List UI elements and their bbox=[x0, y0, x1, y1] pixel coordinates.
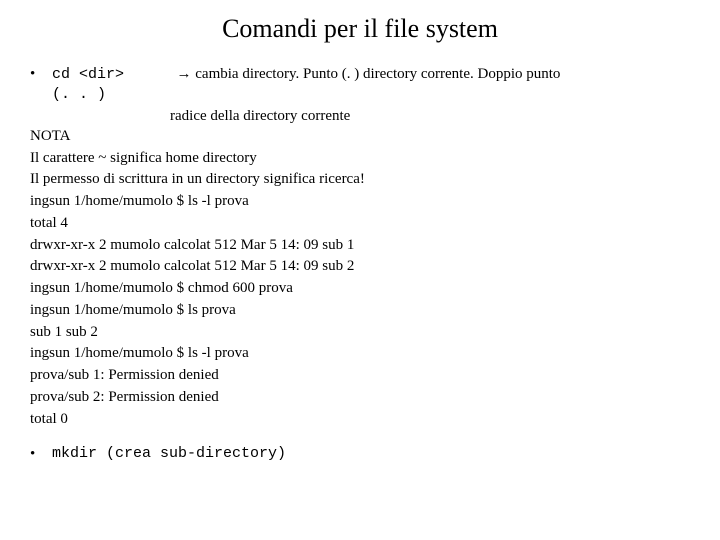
term-line: prova/sub 2: Permission denied bbox=[30, 387, 690, 409]
cmd-mkdir: mkdir (crea sub-directory) bbox=[52, 444, 286, 464]
term-line: sub 1 sub 2 bbox=[30, 322, 690, 344]
arrow-icon: → bbox=[177, 66, 192, 82]
bullet-item-cd: • cd <dir> → cambia directory. Punto (. … bbox=[30, 64, 690, 85]
bullet-marker: • bbox=[30, 64, 52, 84]
term-line: prova/sub 1: Permission denied bbox=[30, 365, 690, 387]
cmd-cd: cd <dir> bbox=[52, 66, 124, 83]
document-page: Comandi per il file system • cd <dir> → … bbox=[0, 0, 720, 485]
term-line: total 4 bbox=[30, 213, 690, 235]
nota-line2: Il permesso di scrittura in un directory… bbox=[30, 169, 690, 191]
page-title: Comandi per il file system bbox=[30, 14, 690, 44]
bullet-marker: • bbox=[30, 444, 52, 464]
bullet-line2: (. . ) bbox=[30, 85, 690, 105]
term-line: total 0 bbox=[30, 409, 690, 431]
nota-line1: Il carattere ~ significa home directory bbox=[30, 148, 690, 170]
cd-dotdot: (. . ) bbox=[52, 85, 106, 105]
terminal-block: ingsun 1/home/mumolo $ ls -l prova total… bbox=[30, 191, 690, 430]
cd-radice: radice della directory corrente bbox=[30, 106, 690, 126]
term-line: drwxr-xr-x 2 mumolo calcolat 512 Mar 5 1… bbox=[30, 235, 690, 257]
bullet-content: cd <dir> → cambia directory. Punto (. ) … bbox=[52, 64, 560, 85]
bullet-item-mkdir: • mkdir (crea sub-directory) bbox=[30, 444, 690, 464]
term-line: ingsun 1/home/mumolo $ chmod 600 prova bbox=[30, 278, 690, 300]
nota-block: NOTA Il carattere ~ significa home direc… bbox=[30, 126, 690, 191]
term-line: ingsun 1/home/mumolo $ ls prova bbox=[30, 300, 690, 322]
cd-desc-text: cambia directory. Punto (. ) directory c… bbox=[195, 66, 560, 82]
cd-desc: → cambia directory. Punto (. ) directory… bbox=[128, 66, 561, 82]
nota-label: NOTA bbox=[30, 126, 690, 148]
term-line: ingsun 1/home/mumolo $ ls -l prova bbox=[30, 343, 690, 365]
term-line: drwxr-xr-x 2 mumolo calcolat 512 Mar 5 1… bbox=[30, 256, 690, 278]
term-line: ingsun 1/home/mumolo $ ls -l prova bbox=[30, 191, 690, 213]
